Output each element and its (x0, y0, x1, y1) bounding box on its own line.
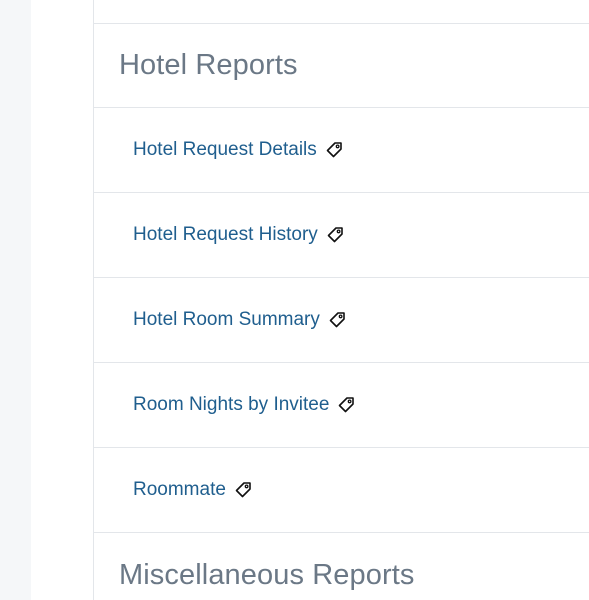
report-link-hotel-request-details[interactable]: Hotel Request Details (133, 139, 343, 161)
reports-list: Hotel Reports Hotel Request Details Hote… (93, 0, 589, 600)
report-link-label: Hotel Request History (133, 224, 318, 245)
report-link-hotel-room-summary[interactable]: Hotel Room Summary (133, 309, 346, 331)
report-link-label: Room Nights by Invitee (133, 394, 330, 415)
report-row-hotel-request-details: Hotel Request Details (94, 108, 589, 193)
left-rail (0, 0, 31, 600)
section-header-miscellaneous-reports: Miscellaneous Reports (94, 533, 589, 600)
section-title: Miscellaneous Reports (119, 558, 415, 591)
report-row-roommate: Roommate (94, 448, 589, 533)
report-link-label: Hotel Request Details (133, 139, 317, 160)
tag-icon (339, 397, 355, 413)
reports-page: Hotel Reports Hotel Request Details Hote… (0, 0, 589, 600)
report-link-room-nights-by-invitee[interactable]: Room Nights by Invitee (133, 394, 355, 416)
previous-row-stub (94, 0, 589, 24)
tag-icon (327, 227, 343, 243)
report-link-label: Roommate (133, 479, 226, 500)
left-gutter (31, 0, 93, 600)
tag-icon (235, 482, 251, 498)
report-link-label: Hotel Room Summary (133, 309, 320, 330)
tag-icon (329, 312, 345, 328)
section-header-hotel-reports: Hotel Reports (94, 24, 589, 108)
tag-icon (326, 142, 342, 158)
report-row-hotel-request-history: Hotel Request History (94, 193, 589, 278)
report-link-roommate[interactable]: Roommate (133, 479, 252, 501)
report-row-hotel-room-summary: Hotel Room Summary (94, 278, 589, 363)
report-link-hotel-request-history[interactable]: Hotel Request History (133, 224, 344, 246)
report-row-room-nights-by-invitee: Room Nights by Invitee (94, 363, 589, 448)
section-title: Hotel Reports (119, 49, 298, 81)
